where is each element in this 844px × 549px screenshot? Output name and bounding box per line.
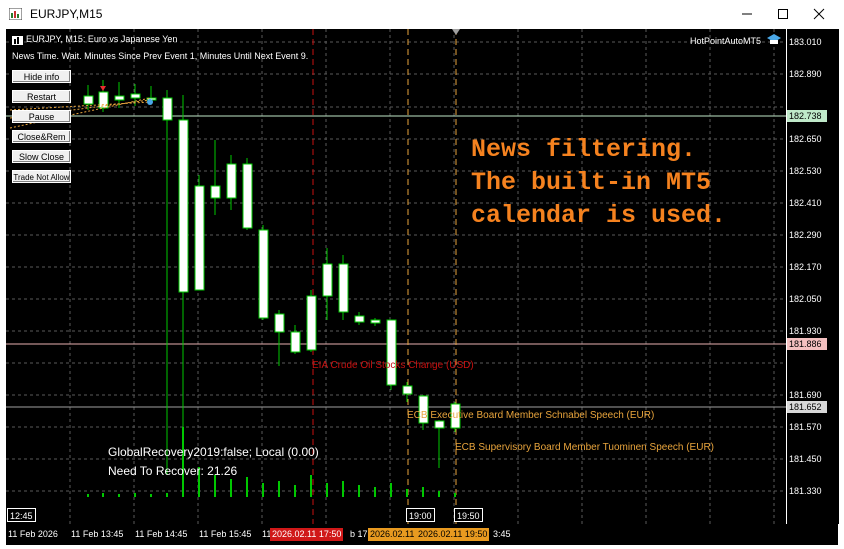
close-rem-button[interactable]: Close&Rem (12, 130, 71, 143)
event-time-badge-red: 2026.02.11 17:50 (270, 528, 344, 541)
candle-body (258, 229, 269, 319)
expert-advisor-name[interactable]: HotPointAutoMT5 (690, 36, 761, 46)
candle-body (338, 263, 349, 313)
trade-marker-icon (147, 99, 153, 105)
price-label: 182.410 (789, 198, 822, 208)
symbol-icon (12, 36, 23, 45)
price-label: 182.530 (789, 166, 822, 176)
candle-body (162, 97, 173, 121)
candle-body (242, 163, 253, 229)
time-box: 19:00 (406, 508, 435, 522)
news-event-red: EIA Crude Oil Stocks Change (USD) (312, 360, 474, 371)
price-label: 182.170 (789, 262, 822, 272)
candle-body (290, 331, 301, 353)
price-line-badge-grey: 181.652 (787, 401, 827, 413)
event-time-badge-orange: 2026.02.11 19:50 (416, 528, 490, 541)
time-label: 11 Feb 15:45 (199, 529, 252, 539)
time-box: 12:45 (7, 508, 36, 522)
price-label: 183.010 (789, 37, 822, 47)
candle-body (114, 95, 125, 101)
candle-body (386, 319, 397, 386)
slow-close-button[interactable]: Slow Close (12, 150, 71, 163)
time-label: 11 Feb 14:45 (135, 529, 188, 539)
time-label: 11 Feb 2026 (8, 529, 58, 539)
candle-body (402, 385, 413, 395)
price-label: 181.930 (789, 326, 822, 336)
candle-body (83, 95, 94, 105)
recovery-status: GlobalRecovery2019:false; Local (0.00) (108, 445, 319, 459)
hide-info-button[interactable]: Hide info (12, 70, 71, 83)
price-line-badge-red: 181.886 (787, 338, 827, 350)
chart-symbol-line: EURJPY, M15: Euro vs Japanese Yen (26, 34, 178, 44)
price-label: 182.290 (789, 230, 822, 240)
pause-button[interactable]: Pause (12, 110, 71, 123)
candle-body (210, 185, 221, 199)
recovery-amount: Need To Recover: 21.26 (108, 464, 238, 478)
time-box: 19:50 (454, 508, 483, 522)
restart-button[interactable]: Restart (12, 90, 71, 103)
price-label: 182.890 (789, 69, 822, 79)
news-filter-overlay: News filtering. The built-in MT5 calenda… (471, 135, 727, 230)
news-status-line: News Time. Wait. Minutes Since Prev Even… (12, 51, 309, 61)
trade-not-allow-button[interactable]: Trade Not Allow (12, 170, 71, 183)
time-label: 11 Feb 13:45 (71, 529, 124, 539)
candle-body (370, 319, 381, 324)
graduation-cap-icon[interactable] (766, 33, 782, 46)
candle-body (354, 315, 365, 323)
current-price-badge: 182.738 (787, 110, 827, 122)
candle-body (322, 263, 333, 297)
candle-body (306, 295, 317, 351)
candle-body (178, 119, 189, 293)
time-cursor-marker (452, 29, 460, 35)
candle-body (274, 313, 285, 333)
news-event-orange-2: ECB Supervisory Board Member Tuominen Sp… (455, 442, 714, 453)
time-label: 3:45 (493, 529, 511, 539)
price-label: 181.450 (789, 454, 822, 464)
candle-body (226, 163, 237, 199)
candle-body (130, 93, 141, 99)
sell-arrow-icon (100, 86, 106, 91)
news-event-orange-1: ECB Executive Board Member Schnabel Spee… (407, 410, 655, 421)
time-label: b 17 (350, 529, 368, 539)
candle-body (434, 420, 445, 429)
price-label: 181.330 (789, 486, 822, 496)
price-label: 182.650 (789, 134, 822, 144)
candle-body (194, 185, 205, 291)
price-label: 181.690 (789, 390, 822, 400)
price-label: 181.570 (789, 422, 822, 432)
price-label: 182.050 (789, 294, 822, 304)
